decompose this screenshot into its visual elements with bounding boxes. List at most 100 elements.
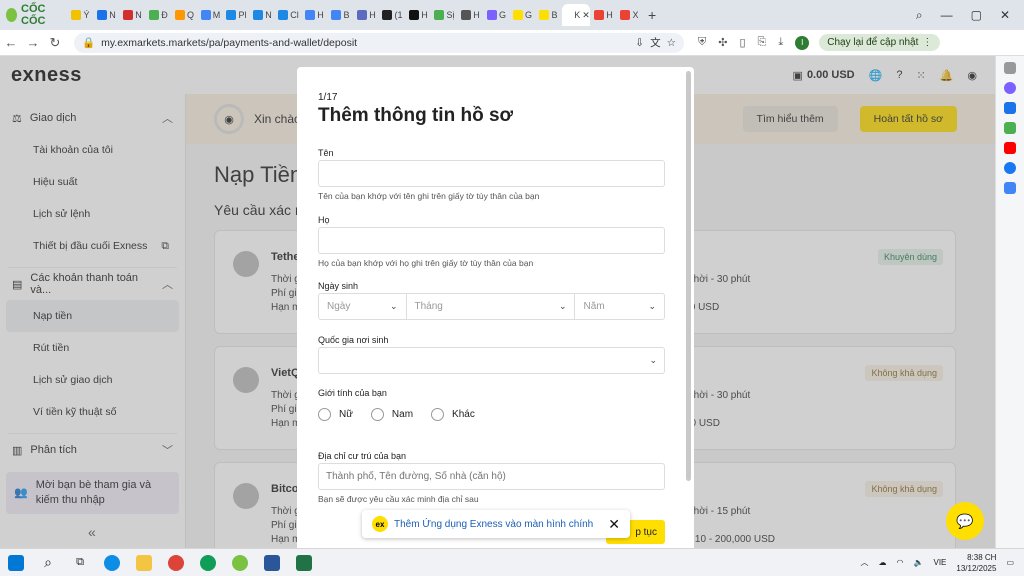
back-icon[interactable]: ← (0, 35, 22, 50)
browser-tab[interactable]: Pl (224, 4, 249, 26)
tab-favicon-icon (512, 10, 523, 20)
browser-tab[interactable]: Cl (276, 4, 301, 26)
extensions-icon[interactable]: ✣ (718, 36, 727, 49)
dob-month-placeholder: Tháng (414, 301, 443, 312)
tray-chevron-icon[interactable]: ︿ (861, 557, 869, 568)
modal-scrollbar[interactable] (686, 71, 691, 481)
messenger-icon[interactable] (1004, 82, 1016, 94)
tab-favicon-icon (382, 10, 393, 20)
gender-male-radio[interactable]: Nam (370, 408, 413, 421)
chat-support-button[interactable]: 💬 (946, 502, 984, 540)
download-icon[interactable]: ⤓ (778, 36, 783, 49)
chevron-down-icon: ⌄ (649, 355, 657, 365)
browser-tab[interactable]: H (302, 4, 327, 26)
browser-tab[interactable]: B (536, 4, 561, 26)
browser-tab[interactable]: Đ (146, 4, 171, 26)
close-icon[interactable]: ✕ (608, 516, 620, 533)
language-indicator[interactable]: VIE (933, 558, 946, 567)
browser-tab[interactable]: Q (172, 4, 197, 26)
volume-icon[interactable]: 🔈 (914, 558, 924, 567)
dob-day-placeholder: Ngày (327, 301, 351, 312)
plus-icon[interactable] (1004, 62, 1016, 74)
install-icon[interactable]: ⇩ (635, 37, 644, 49)
sidepanel-icon[interactable]: ▯ (739, 36, 745, 49)
close-window-icon[interactable]: ✕ (1000, 8, 1010, 23)
window-controls: ⌕ — ▢ ✕ (916, 8, 1024, 23)
shield-extension-icon[interactable]: ⛨ (698, 36, 706, 49)
game-icon[interactable] (1004, 122, 1016, 134)
chrome-icon (200, 554, 216, 571)
taskbar-chrome-2[interactable] (192, 554, 224, 571)
browser-tab[interactable]: B (328, 4, 353, 26)
minimize-icon[interactable]: — (941, 8, 953, 23)
browser-tab[interactable]: M (198, 4, 223, 26)
tab-label: Ý (83, 10, 90, 20)
task-view-button[interactable]: ⧉ (64, 556, 96, 569)
start-button[interactable] (0, 554, 32, 571)
translate-icon[interactable]: 文 (650, 35, 661, 50)
tab-label: B (343, 10, 350, 20)
browser-tab[interactable]: N (250, 4, 275, 26)
wifi-icon[interactable]: ◠ (897, 558, 904, 567)
browser-tab[interactable]: G (510, 4, 535, 26)
reload-icon[interactable]: ↻ (44, 35, 66, 51)
toolbar-icons: ⛨ ✣ ▯ ⎘ ⤓ I (698, 35, 810, 50)
browser-tab[interactable]: H (354, 4, 379, 26)
maximize-icon[interactable]: ▢ (971, 8, 982, 23)
profile-avatar[interactable]: I (795, 35, 810, 50)
gender-other-radio[interactable]: Khác (431, 408, 475, 421)
tab-favicon-icon (149, 10, 160, 20)
gender-female-radio[interactable]: Nữ (318, 408, 353, 421)
tab-favicon-icon (253, 10, 264, 20)
browser-tab[interactable]: K ✕ (562, 4, 590, 26)
browser-tab[interactable]: Sị (432, 4, 457, 26)
address-label: Địa chỉ cư trú của bạn (318, 451, 407, 461)
update-button[interactable]: Chạy lại để cập nhật ⋮ (819, 34, 941, 51)
cloud-icon[interactable]: ☁ (879, 558, 887, 567)
taskbar-explorer[interactable] (128, 554, 160, 571)
facebook-icon[interactable] (1004, 162, 1016, 174)
tab-label: M (212, 10, 221, 20)
browser-tab[interactable]: (1 (380, 4, 405, 26)
address-bar: ← → ↻ 🔒 my.exmarkets.markets/pa/payments… (0, 30, 1024, 56)
zalo-icon[interactable] (1004, 102, 1016, 114)
tab-search-icon[interactable]: ⌕ (916, 8, 923, 23)
browser-tab[interactable]: H (406, 4, 431, 26)
dob-month-select[interactable]: Tháng ⌄ (407, 294, 576, 319)
translate-app-icon[interactable] (1004, 182, 1016, 194)
dob-day-select[interactable]: Ngày ⌄ (319, 294, 407, 319)
taskbar-chrome[interactable] (160, 554, 192, 571)
last-name-input[interactable] (318, 227, 665, 254)
dob-year-select[interactable]: Năm ⌄ (575, 294, 664, 319)
browser-tab[interactable]: G (484, 4, 509, 26)
coccoc-brand[interactable]: CỐC CỐC (0, 3, 68, 27)
browser-tab[interactable]: Ý (68, 4, 93, 26)
browser-tab[interactable]: N (120, 4, 145, 26)
tab-favicon-icon (409, 10, 420, 20)
birth-country-select[interactable]: ⌄ (318, 347, 665, 374)
toast-link[interactable]: Thêm Ứng dụng Exness vào màn hình chính (394, 519, 593, 530)
taskbar-edge[interactable] (96, 554, 128, 571)
notification-icon[interactable]: ▭ (1006, 558, 1014, 567)
browser-tab[interactable]: X (617, 4, 642, 26)
youtube-icon[interactable] (1004, 142, 1016, 154)
url-field[interactable]: 🔒 my.exmarkets.markets/pa/payments-and-w… (74, 32, 684, 53)
radio-circle-icon (318, 408, 331, 421)
taskbar-word[interactable] (256, 554, 288, 571)
forward-icon[interactable]: → (22, 35, 44, 50)
browser-tab[interactable]: H (591, 4, 616, 26)
close-tab-icon[interactable]: ✕ (582, 10, 590, 21)
profile-icon[interactable]: ⎘ (758, 36, 767, 49)
new-tab-icon[interactable]: + (648, 7, 656, 23)
first-name-input[interactable] (318, 160, 665, 187)
bookmark-star-icon[interactable]: ☆ (667, 37, 676, 49)
task-view-icon: ⧉ (76, 556, 84, 568)
taskbar-excel[interactable] (288, 554, 320, 571)
clock[interactable]: 8:38 CH 13/12/2025 (956, 552, 996, 574)
address-input[interactable] (318, 463, 665, 490)
browser-tab[interactable]: H (458, 4, 483, 26)
search-button[interactable]: ⌕ (32, 554, 64, 571)
chrome-icon (168, 554, 184, 571)
browser-tab[interactable]: N (94, 4, 119, 26)
taskbar-coccoc[interactable] (224, 554, 256, 571)
